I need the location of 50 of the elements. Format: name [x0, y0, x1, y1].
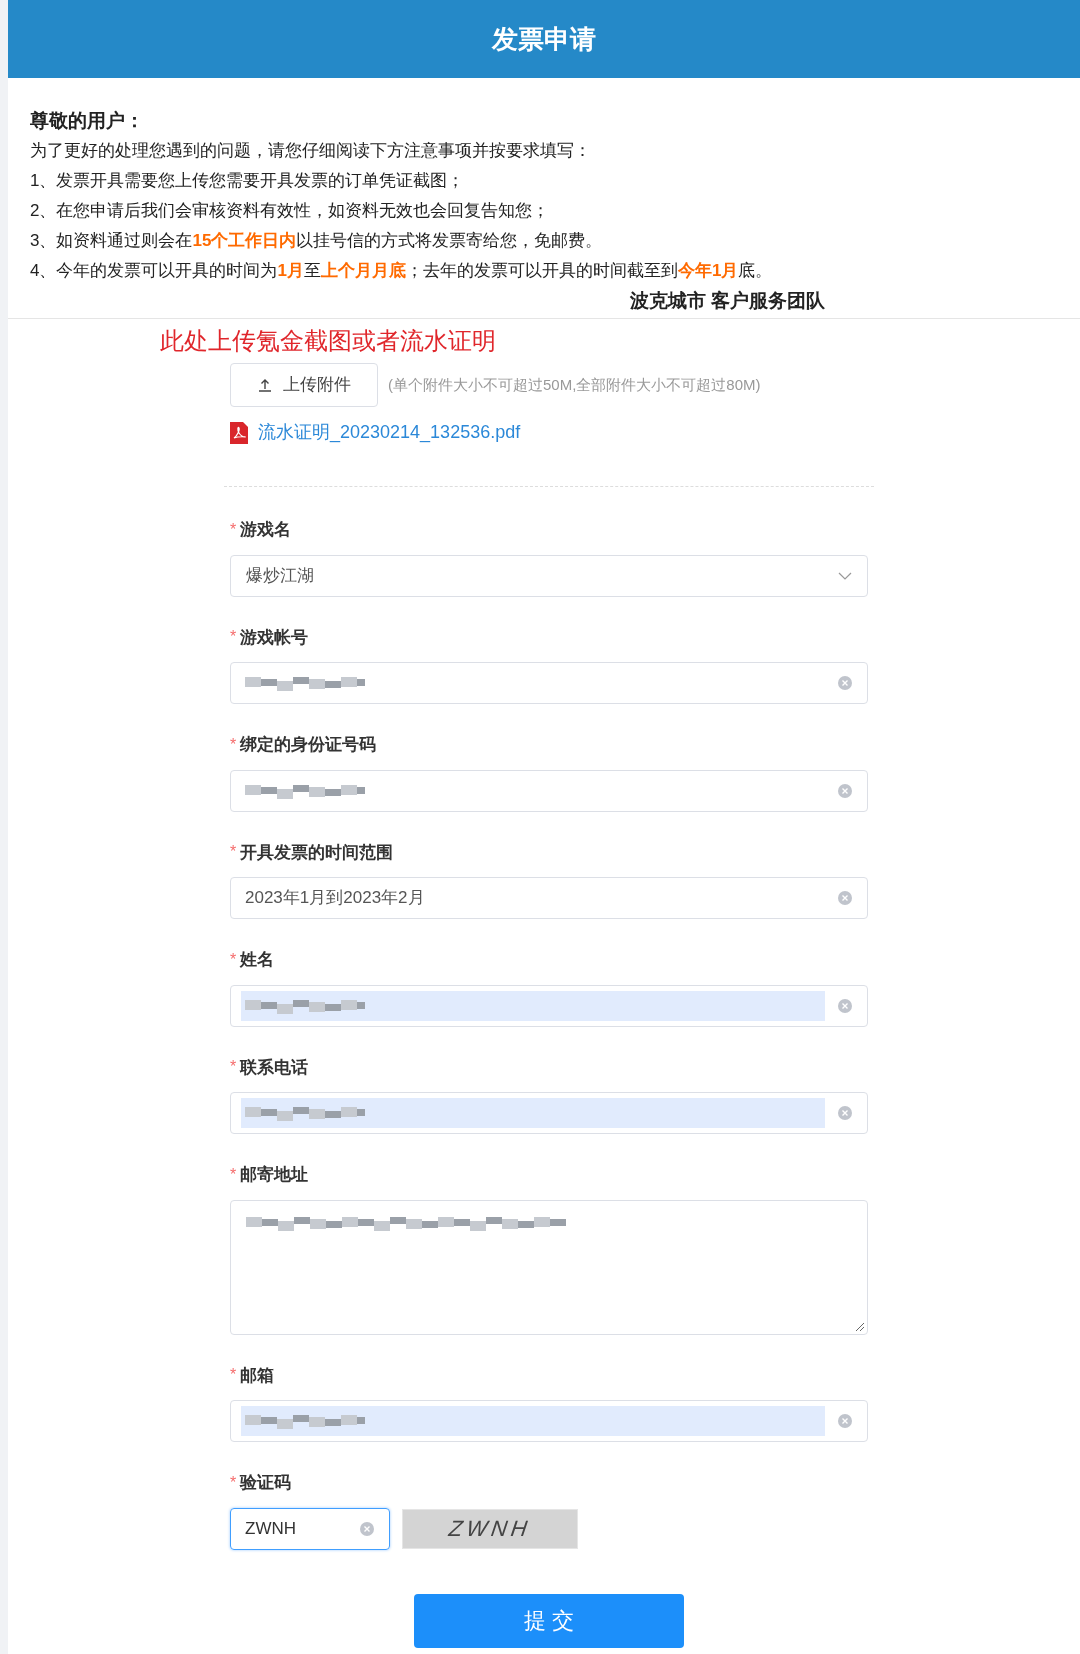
intro-text: 为了更好的处理您遇到的问题，请您仔细阅读下方注意事项并按要求填写：	[30, 140, 592, 162]
notice-item: 4、今年的发票可以开具的时间为1月至上个月月底；去年的发票可以开具的时间截至到今年1月底。	[30, 260, 774, 282]
signature: 波克城市 客户服务团队	[629, 289, 825, 313]
input-field[interactable]: 2023年1月到2023年2月	[230, 877, 868, 919]
file-link[interactable]: 流水证明_20230214_132536.pdf	[258, 419, 521, 446]
upload-hint: (单个附件大小不可超过50M,全部附件大小不可超过80M)	[388, 374, 761, 395]
field-label: 联系电话	[240, 1056, 309, 1079]
select-field[interactable]: 爆炒江湖	[230, 554, 868, 597]
required-mark: *	[230, 1164, 237, 1185]
required-mark: *	[230, 949, 237, 970]
required-mark: *	[230, 627, 237, 648]
notice-item: 2、在您申请后我们会审核资料有效性，如资料无效也会回复告知您；	[30, 200, 551, 222]
input-field[interactable]	[230, 662, 868, 704]
field-label: 邮寄地址	[240, 1164, 309, 1186]
field-label: 验证码	[240, 1472, 292, 1494]
clear-icon[interactable]	[359, 1520, 375, 1537]
clear-icon[interactable]	[837, 1413, 853, 1429]
field-label: 姓名	[240, 949, 275, 971]
input-field[interactable]	[230, 1400, 868, 1442]
notice-item: 1、发票开具需要您上传您需要开具发票的订单凭证截图；	[30, 170, 466, 192]
input-field[interactable]	[230, 769, 868, 812]
clear-icon[interactable]	[837, 997, 853, 1014]
required-mark: *	[230, 1472, 237, 1493]
field-label: 游戏名	[240, 519, 292, 541]
field-label: 邮箱	[240, 1364, 275, 1387]
clear-icon[interactable]	[837, 1105, 853, 1121]
upload-note: 此处上传氪金截图或者流水证明	[160, 327, 496, 354]
required-mark: *	[230, 1057, 237, 1078]
field-label: 游戏帐号	[240, 626, 309, 649]
required-mark: *	[230, 519, 237, 540]
clear-icon[interactable]	[837, 890, 853, 906]
input-field[interactable]	[230, 1092, 868, 1134]
notice-item: 3、如资料通过则会在15个工作日内以挂号信的方式将发票寄给您，免邮费。	[30, 230, 604, 252]
captcha-field[interactable]: ZWNH	[230, 1507, 390, 1550]
input-field[interactable]	[230, 984, 868, 1027]
required-mark: *	[230, 1365, 237, 1386]
field-label: 绑定的身份证号码	[240, 734, 377, 756]
pdf-file-icon	[230, 421, 248, 444]
required-mark: *	[230, 734, 237, 755]
clear-icon[interactable]	[837, 675, 853, 691]
upload-button[interactable]: 上传附件	[230, 363, 378, 407]
page-title: 发票申请	[492, 22, 596, 56]
upload-icon	[257, 377, 273, 393]
field-label: 开具发票的时间范围	[240, 841, 394, 864]
clear-icon[interactable]	[837, 782, 853, 799]
address-field[interactable]	[230, 1199, 868, 1335]
greeting: 尊敬的用户：	[30, 109, 145, 133]
chevron-down-icon	[838, 571, 852, 580]
required-mark: *	[230, 842, 237, 863]
captcha-image[interactable]: ZWNH	[402, 1508, 578, 1549]
